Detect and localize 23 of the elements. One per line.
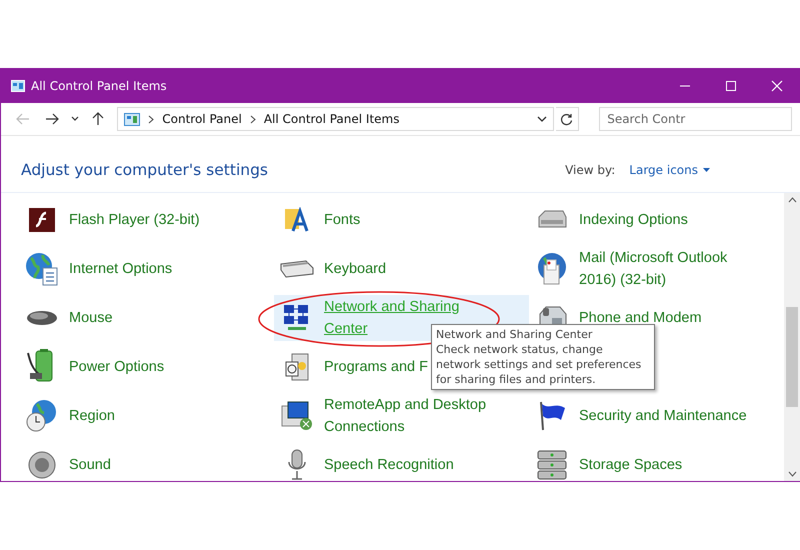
breadcrumb-item[interactable]: Control Panel [162,112,242,126]
settings-item[interactable]: Storage Spaces [529,442,784,481]
view-by-label: View by: [565,163,616,177]
settings-item[interactable]: Internet Options [19,246,274,292]
breadcrumb-item[interactable]: All Control Panel Items [264,112,400,126]
settings-item[interactable]: Security and Maintenance [529,393,784,439]
page-heading: Adjust your computer's settings [21,161,268,179]
settings-item[interactable]: RemoteApp and Desktop Connections [274,393,529,439]
settings-item[interactable]: Indexing Options [529,197,784,243]
window-title: All Control Panel Items [31,78,167,92]
search-field[interactable]: Search Contr [599,107,792,131]
settings-item[interactable]: Mouse [19,295,274,341]
settings-item[interactable]: Region [19,393,274,439]
settings-item[interactable]: Keyboard [274,246,529,292]
settings-item[interactable]: Mail (Microsoft Outlook 2016) (32-bit) [529,246,784,292]
address-bar[interactable]: Control Panel All Control Panel Items [117,107,554,131]
settings-item[interactable]: Flash Player (32-bit) [19,197,274,243]
settings-item[interactable]: Power Options [19,344,274,390]
view-by-dropdown[interactable]: Large icons [629,163,710,177]
tooltip-text: Check network status, change network settings and set preferences for sharing files and printers. [436,342,642,387]
settings-item[interactable]: Speech Recognition [274,442,529,481]
settings-item[interactable]: Sound [19,442,274,481]
settings-item[interactable]: Fonts [274,197,529,243]
